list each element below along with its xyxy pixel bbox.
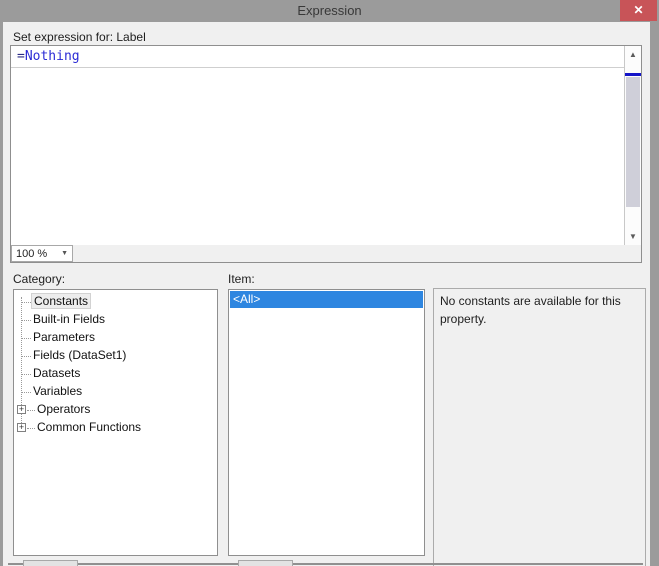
category-tree-panel: Constants Built-in Fields Parameters Fields… (13, 289, 218, 556)
tree-item-fields-dataset1-[interactable]: Fields (DataSet1) (14, 347, 217, 365)
dialog-body: Set expression for: Label =Nothing ▲ ▼ 1… (3, 22, 650, 566)
tree-connector (27, 410, 35, 411)
list-item[interactable]: <All> (230, 291, 423, 308)
tree-item-variables[interactable]: Variables (14, 383, 217, 401)
zoom-level-value: 100 % (16, 247, 48, 260)
description-panel: No constants are available for this prop… (433, 288, 646, 566)
tree-item-datasets[interactable]: Datasets (14, 365, 217, 383)
tree-item-common-functions[interactable]: + Common Functions (14, 419, 217, 437)
tree-item-constants[interactable]: Constants (14, 293, 217, 311)
tree-connector (27, 428, 35, 429)
tree-connector (22, 374, 31, 375)
category-tree: Constants Built-in Fields Parameters Fields… (14, 290, 217, 437)
chevron-down-icon: ▼ (61, 250, 68, 257)
expression-editor: =Nothing ▲ ▼ 100 % ▼ (10, 45, 642, 263)
expand-plus-icon[interactable]: + (17, 405, 26, 414)
window-title: Expression (297, 3, 362, 18)
tree-item-label: Variables (33, 384, 83, 398)
item-list-panel: <All> (228, 289, 425, 556)
zoom-level-dropdown[interactable]: 100 % ▼ (11, 245, 73, 262)
item-list: <All> (229, 290, 424, 309)
description-text: No constants are available for this prop… (440, 294, 621, 326)
close-icon: ✕ (633, 3, 644, 17)
tree-item-label: Parameters (33, 330, 96, 344)
scroll-up-icon[interactable]: ▲ (625, 46, 641, 63)
item-label: Item: (228, 272, 255, 286)
title-bar[interactable]: Expression (0, 0, 659, 22)
close-button[interactable]: ✕ (620, 0, 657, 21)
tree-item-operators[interactable]: + Operators (14, 401, 217, 419)
set-expression-label: Set expression for: Label (13, 30, 146, 44)
tree-item-label: Operators (37, 402, 91, 416)
code-line: =Nothing (11, 46, 624, 68)
tree-item-built-in-fields[interactable]: Built-in Fields (14, 311, 217, 329)
tree-connector (22, 338, 31, 339)
tree-item-label: Built-in Fields (33, 312, 106, 326)
cutoff-element-right (238, 560, 293, 566)
tree-item-parameters[interactable]: Parameters (14, 329, 217, 347)
code-editor-area[interactable]: =Nothing (11, 46, 624, 245)
keyword-token: Nothing (24, 49, 80, 64)
tree-connector (22, 356, 31, 357)
scrollbar-caret-marker (625, 73, 641, 76)
expand-plus-icon[interactable]: + (17, 423, 26, 432)
category-label: Category: (13, 272, 66, 286)
operator-token: = (17, 49, 25, 64)
scrollbar-thumb[interactable] (626, 77, 640, 207)
tree-item-label: Fields (DataSet1) (33, 348, 127, 362)
tree-item-label: Common Functions (37, 420, 142, 434)
cutoff-bottom-divider (8, 563, 643, 565)
cutoff-element-left (23, 560, 78, 566)
tree-item-label: Datasets (33, 366, 81, 380)
tree-item-label: Constants (31, 293, 92, 309)
tree-connector (22, 302, 31, 303)
editor-bottom-strip: 100 % ▼ (11, 245, 641, 262)
tree-connector (22, 392, 31, 393)
editor-vertical-scrollbar[interactable]: ▲ ▼ (624, 46, 641, 245)
tree-connector (22, 320, 31, 321)
scroll-down-icon[interactable]: ▼ (625, 228, 641, 245)
